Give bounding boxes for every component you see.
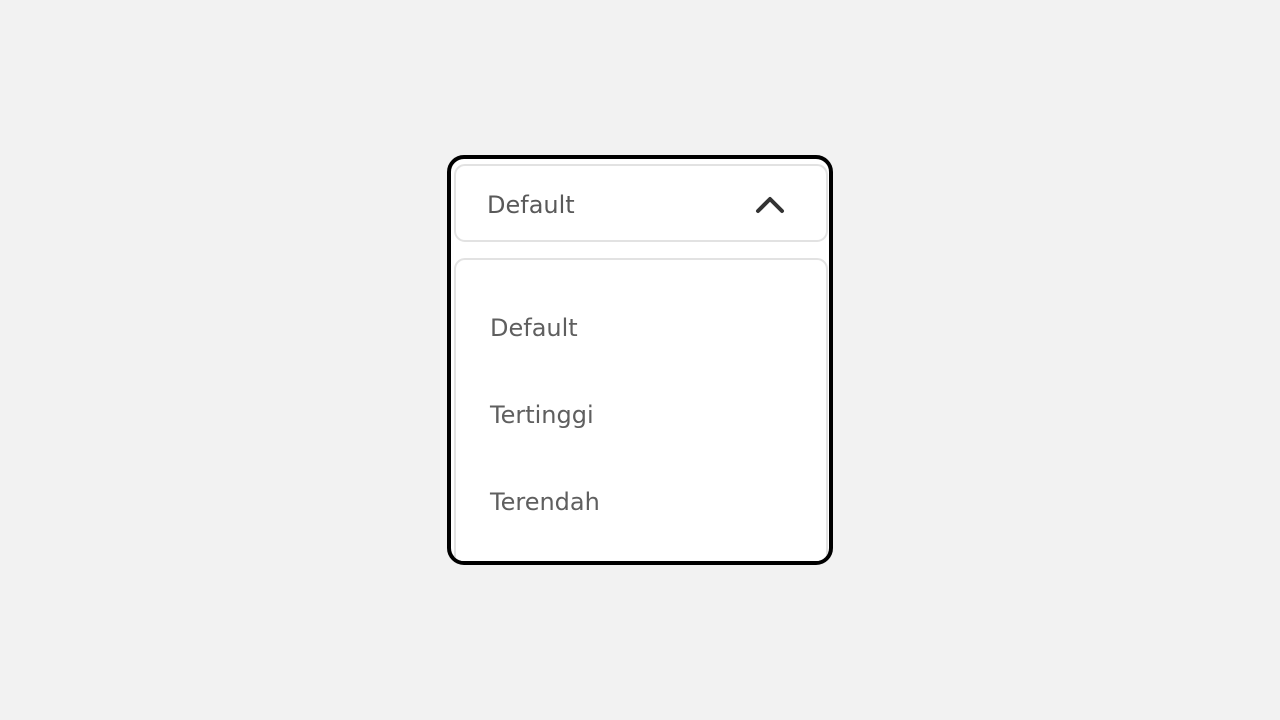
page: Default Default Tertinggi Terendah [0,0,1280,720]
option-tertinggi[interactable]: Tertinggi [456,385,826,445]
options-menu: Default Tertinggi Terendah [454,258,828,561]
option-label: Tertinggi [490,401,594,429]
option-label: Default [490,314,578,342]
option-label: Terendah [490,488,600,516]
option-terendah[interactable]: Terendah [456,472,826,532]
sort-select-trigger[interactable]: Default [454,164,828,242]
selected-value: Default [487,191,575,219]
chevron-up-icon [756,197,784,213]
sort-dropdown: Default Default Tertinggi Terendah [447,155,833,565]
option-default[interactable]: Default [456,298,826,358]
